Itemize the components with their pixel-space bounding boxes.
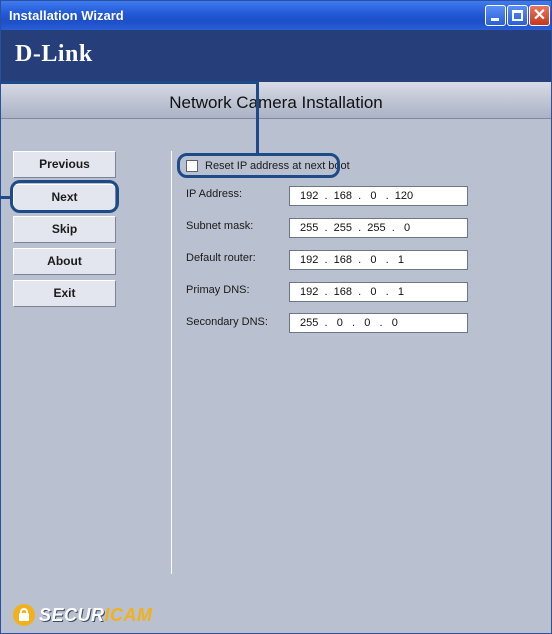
- minimize-icon: [491, 18, 499, 21]
- callout-line-down: [256, 81, 259, 155]
- default-router-label: Default router:: [186, 252, 256, 264]
- maximize-button[interactable]: [507, 5, 528, 26]
- about-button[interactable]: About: [13, 248, 116, 275]
- minimize-button[interactable]: [485, 5, 506, 26]
- securicam-wordmark: SECURICAM: [39, 604, 153, 626]
- lock-icon: [13, 604, 35, 626]
- skip-button[interactable]: Skip: [13, 216, 116, 243]
- default-router-input[interactable]: 192 . 168 . 0 . 1: [289, 250, 468, 270]
- vertical-divider: [171, 151, 172, 574]
- maximize-icon: [512, 10, 523, 21]
- securicam-wordmark-part2: ICAM: [104, 605, 153, 625]
- previous-button[interactable]: Previous: [13, 151, 116, 178]
- callout-line-top: [0, 81, 258, 84]
- secondary-dns-input[interactable]: 255 . 0 . 0 . 0: [289, 313, 468, 333]
- d-link-logo: D-Link: [15, 41, 93, 67]
- subnet-mask-input[interactable]: 255 . 255 . 255 . 0: [289, 218, 468, 238]
- secondary-dns-label: Secondary DNS:: [186, 316, 268, 328]
- primary-dns-label: Primay DNS:: [186, 284, 250, 296]
- primary-dns-input[interactable]: 192 . 168 . 0 . 1: [289, 282, 468, 302]
- exit-button[interactable]: Exit: [13, 280, 116, 307]
- window-title: Installation Wizard: [9, 8, 124, 23]
- close-icon: ✕: [532, 7, 547, 24]
- ip-address-input[interactable]: 192 . 168 . 0 . 120: [289, 186, 468, 206]
- subnet-mask-label: Subnet mask:: [186, 220, 254, 232]
- installation-wizard-window: Installation Wizard ✕ D-Link Network Cam…: [0, 0, 552, 634]
- page-title: Network Camera Installation: [169, 93, 383, 112]
- lock-body: [19, 613, 29, 621]
- next-button-highlight: [10, 180, 119, 213]
- title-bar[interactable]: Installation Wizard ✕: [1, 1, 551, 30]
- securicam-wordmark-part1: SECUR: [39, 605, 105, 625]
- callout-line-next: [0, 196, 11, 199]
- reset-checkbox-highlight: [177, 153, 340, 178]
- close-button[interactable]: ✕: [529, 5, 550, 26]
- ip-address-label: IP Address:: [186, 188, 243, 200]
